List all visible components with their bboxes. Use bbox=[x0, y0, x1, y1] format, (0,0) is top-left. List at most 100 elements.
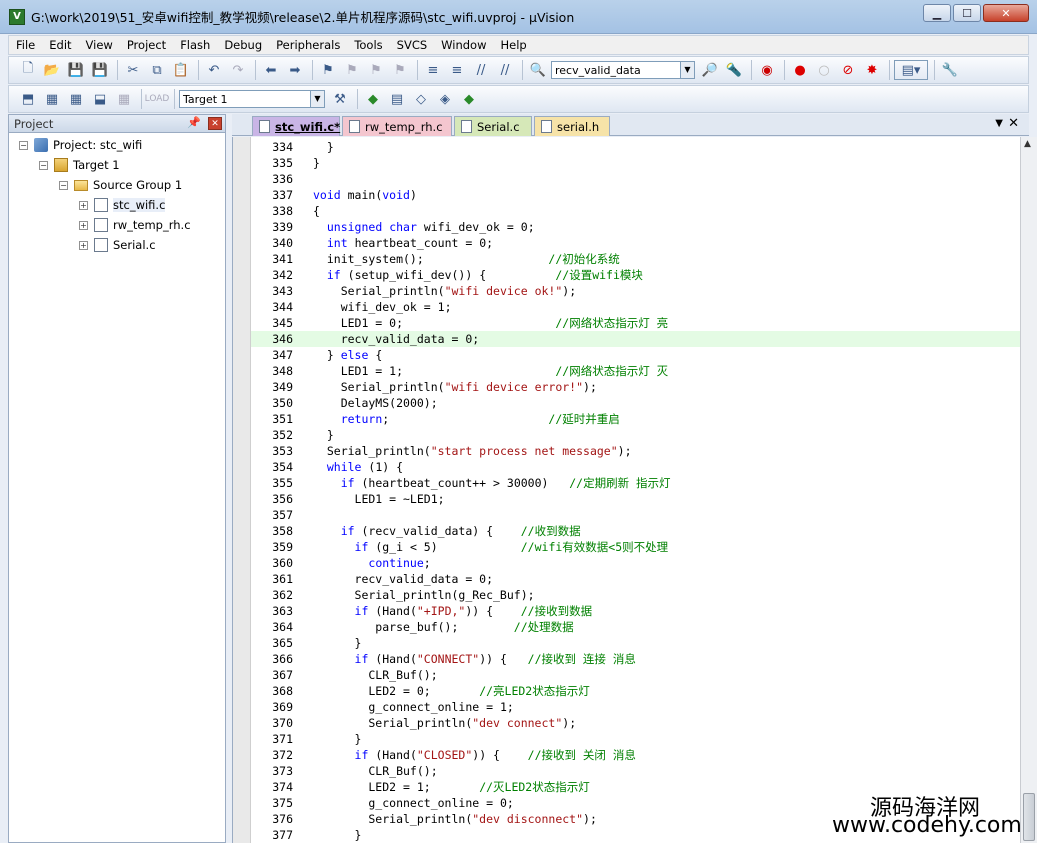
clear-bookmarks-icon[interactable]: ⚑ bbox=[389, 60, 411, 80]
indent-icon[interactable]: ≡ bbox=[422, 60, 444, 80]
batch-build-icon[interactable]: ⬓ bbox=[89, 89, 111, 109]
copy-icon[interactable]: ⧉ bbox=[146, 60, 168, 80]
tree-node-project[interactable]: − Project: stc_wifi bbox=[19, 136, 142, 154]
code-line[interactable]: 339 unsigned char wifi_dev_ok = 0; bbox=[251, 219, 1020, 235]
code-line[interactable]: 335} bbox=[251, 155, 1020, 171]
select-packs-icon[interactable]: ◇ bbox=[410, 89, 432, 109]
code-line[interactable]: 344 wifi_dev_ok = 1; bbox=[251, 299, 1020, 315]
download-icon[interactable]: LOAD bbox=[145, 89, 170, 109]
disable-breakpoint-icon[interactable]: ○ bbox=[813, 60, 835, 80]
code-line[interactable]: 349 Serial_println("wifi device error!")… bbox=[251, 379, 1020, 395]
bookmark-icon[interactable]: ⚑ bbox=[317, 60, 339, 80]
code-line[interactable]: 350 DelayMS(2000); bbox=[251, 395, 1020, 411]
code-line[interactable]: 341 init_system(); //初始化系统 bbox=[251, 251, 1020, 267]
code-line[interactable]: 338 { bbox=[251, 203, 1020, 219]
menu-file[interactable]: File bbox=[9, 38, 42, 52]
code-line[interactable]: 359 if (g_i < 5) //wifi有效数据<5则不处理 bbox=[251, 539, 1020, 555]
pin-icon[interactable]: 📌 bbox=[187, 116, 201, 129]
code-line[interactable]: 334 } bbox=[251, 139, 1020, 155]
menu-peripherals[interactable]: Peripherals bbox=[269, 38, 347, 52]
code-line[interactable]: 346 recv_valid_data = 0; bbox=[251, 331, 1020, 347]
prev-bookmark-icon[interactable]: ⚑ bbox=[341, 60, 363, 80]
pack-installer-icon[interactable]: ◈ bbox=[434, 89, 456, 109]
collapse-icon[interactable]: − bbox=[39, 160, 48, 170]
undo-icon[interactable]: ↶ bbox=[203, 60, 225, 80]
menu-debug[interactable]: Debug bbox=[217, 38, 269, 52]
code-line[interactable]: 357 bbox=[251, 507, 1020, 523]
tree-node-target[interactable]: − Target 1 bbox=[39, 156, 120, 174]
debug-session-icon[interactable]: ◉ bbox=[756, 60, 778, 80]
comment-icon[interactable]: // bbox=[470, 60, 492, 80]
disable-all-breakpoints-icon[interactable]: ⊘ bbox=[837, 60, 859, 80]
paste-icon[interactable]: 📋 bbox=[170, 60, 192, 80]
code-line[interactable]: 364 parse_buf(); //处理数据 bbox=[251, 619, 1020, 635]
code-line[interactable]: 355 if (heartbeat_count++ > 30000) //定期刷… bbox=[251, 475, 1020, 491]
close-button[interactable]: ✕ bbox=[983, 4, 1029, 22]
code-line[interactable]: 340 int heartbeat_count = 0; bbox=[251, 235, 1020, 251]
code-line[interactable]: 347 } else { bbox=[251, 347, 1020, 363]
code-line[interactable]: 342 if (setup_wifi_dev()) { //设置wifi模块 bbox=[251, 267, 1020, 283]
tree-node-file[interactable]: + stc_wifi.c bbox=[79, 196, 166, 214]
tab-serial-h[interactable]: serial.h bbox=[534, 116, 610, 136]
scroll-up-icon[interactable]: ▲ bbox=[1024, 139, 1031, 149]
chevron-down-icon[interactable]: ▼ bbox=[310, 91, 324, 107]
build-icon[interactable]: ▦ bbox=[41, 89, 63, 109]
tree-node-file[interactable]: + Serial.c bbox=[79, 236, 156, 254]
code-line[interactable]: 371 } bbox=[251, 731, 1020, 747]
nav-back-icon[interactable]: ⬅ bbox=[260, 60, 282, 80]
tab-rw-temp-rh[interactable]: rw_temp_rh.c bbox=[342, 116, 452, 136]
code-line[interactable]: 368 LED2 = 0; //亮LED2状态指示灯 bbox=[251, 683, 1020, 699]
run-time-env-icon[interactable]: ◆ bbox=[458, 89, 480, 109]
stop-build-icon[interactable]: ▦ bbox=[113, 89, 135, 109]
unindent-icon[interactable]: ≡ bbox=[446, 60, 468, 80]
close-icon[interactable]: ✕ bbox=[208, 117, 222, 130]
expand-icon[interactable]: + bbox=[79, 240, 88, 250]
find-in-files-icon[interactable]: 🔍 bbox=[527, 60, 549, 80]
expand-icon[interactable]: + bbox=[79, 200, 88, 210]
tree-node-file[interactable]: + rw_temp_rh.c bbox=[79, 216, 191, 234]
redo-icon[interactable]: ↷ bbox=[227, 60, 249, 80]
target-options-icon[interactable]: ⚒ bbox=[329, 89, 351, 109]
menu-svcs[interactable]: SVCS bbox=[390, 38, 435, 52]
tab-serial-c[interactable]: Serial.c bbox=[454, 116, 532, 136]
new-file-icon[interactable]: 🗋 bbox=[17, 60, 39, 80]
code-line[interactable]: 363 if (Hand("+IPD,")) { //接收到数据 bbox=[251, 603, 1020, 619]
menu-edit[interactable]: Edit bbox=[42, 38, 78, 52]
minimize-button[interactable]: ▁ bbox=[923, 4, 951, 22]
uncomment-icon[interactable]: // bbox=[494, 60, 516, 80]
code-line[interactable]: 356 LED1 = ~LED1; bbox=[251, 491, 1020, 507]
scrollbar-thumb[interactable] bbox=[1023, 793, 1035, 841]
translate-icon[interactable]: ⬒ bbox=[17, 89, 39, 109]
code-line[interactable]: 336 bbox=[251, 171, 1020, 187]
code-line[interactable]: 354 while (1) { bbox=[251, 459, 1020, 475]
menu-help[interactable]: Help bbox=[494, 38, 534, 52]
code-line[interactable]: 358 if (recv_valid_data) { //收到数据 bbox=[251, 523, 1020, 539]
vertical-scrollbar[interactable]: ▲ bbox=[1020, 137, 1037, 843]
menu-window[interactable]: Window bbox=[434, 38, 493, 52]
tab-list-chevron-icon[interactable]: ▼ bbox=[995, 118, 1003, 129]
save-all-icon[interactable]: 💾 bbox=[89, 60, 111, 80]
code-line[interactable]: 352 } bbox=[251, 427, 1020, 443]
chevron-down-icon[interactable]: ▼ bbox=[680, 62, 694, 78]
code-line[interactable]: 337 void main(void) bbox=[251, 187, 1020, 203]
tree-node-group[interactable]: − Source Group 1 bbox=[59, 176, 182, 194]
manage-components-icon[interactable]: ◆ bbox=[362, 89, 384, 109]
menu-flash[interactable]: Flash bbox=[173, 38, 217, 52]
expand-icon[interactable]: + bbox=[79, 220, 88, 230]
code-line[interactable]: 361 recv_valid_data = 0; bbox=[251, 571, 1020, 587]
menu-view[interactable]: View bbox=[79, 38, 120, 52]
code-editor[interactable]: 334 } 335} 336 337 void main(void) 338{339 un… bbox=[232, 137, 1020, 843]
collapse-icon[interactable]: − bbox=[59, 180, 68, 190]
configure-icon[interactable]: 🔧 bbox=[939, 60, 961, 80]
code-line[interactable]: 365 } bbox=[251, 635, 1020, 651]
code-line[interactable]: 360 continue; bbox=[251, 555, 1020, 571]
open-folder-icon[interactable]: 📂 bbox=[41, 60, 63, 80]
code-line[interactable]: 373 CLR_Buf(); bbox=[251, 763, 1020, 779]
collapse-icon[interactable]: − bbox=[19, 140, 28, 150]
code-line[interactable]: 362 Serial_println(g_Rec_Buf); bbox=[251, 587, 1020, 603]
menu-project[interactable]: Project bbox=[120, 38, 173, 52]
code-line[interactable]: 367 CLR_Buf(); bbox=[251, 667, 1020, 683]
kill-breakpoints-icon[interactable]: ✸ bbox=[861, 60, 883, 80]
code-line[interactable]: 372 if (Hand("CLOSED")) { //接收到 关闭 消息 bbox=[251, 747, 1020, 763]
maximize-button[interactable]: ☐ bbox=[953, 4, 981, 22]
